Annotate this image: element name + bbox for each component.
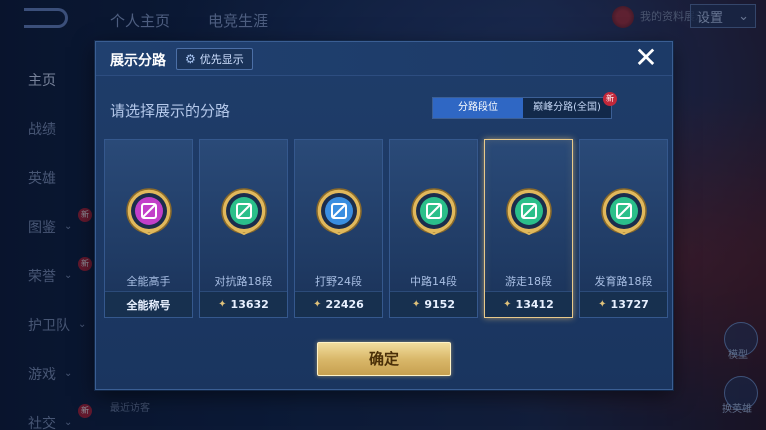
lane-card[interactable]: 游走18段 ✦ 13412: [484, 139, 573, 318]
lane-card-name: 全能高手: [126, 275, 171, 288]
lane-card-footer: ✦ 13632: [200, 291, 287, 317]
lane-card-score: 13632: [230, 298, 269, 311]
lane-card[interactable]: 对抗路18段 ✦ 13632: [199, 139, 288, 318]
lane-card-name: 对抗路18段: [214, 275, 273, 288]
lane-badge-icon: [410, 187, 458, 235]
score-icon: ✦: [503, 299, 512, 310]
lane-card-list: 全能高手 全能称号 对抗路18段 ✦ 13632 打野24段 ✦ 22426 中路14段 ✦ 915…: [104, 139, 668, 318]
lane-badge-icon: [505, 187, 553, 235]
lane-card[interactable]: 中路14段 ✦ 9152: [389, 139, 478, 318]
lane-card-footer: ✦ 9152: [390, 291, 477, 317]
dialog-subtitle: 请选择展示的分路: [110, 102, 231, 120]
lane-badge-icon: [125, 187, 173, 235]
lane-card-footer: ✦ 22426: [295, 291, 382, 317]
new-badge: 新: [603, 92, 617, 106]
tab-peak-lane-label: 巅峰分路(全国): [533, 102, 601, 113]
lane-card-name: 打野24段: [315, 275, 362, 288]
lane-card[interactable]: 全能高手 全能称号: [104, 139, 193, 318]
score-icon: ✦: [598, 299, 607, 310]
score-icon: ✦: [218, 299, 227, 310]
lane-card-score: 9152: [424, 298, 455, 311]
lane-badge-icon: [600, 187, 648, 235]
lane-card-score: 13727: [610, 298, 649, 311]
lane-card-footer: 全能称号: [105, 291, 192, 317]
priority-display-label: 优先显示: [199, 53, 244, 66]
lane-type-toggle: 分路段位 巅峰分路(全国) 新: [432, 92, 617, 119]
lane-card-name: 中路14段: [410, 275, 457, 288]
lane-card-footer: ✦ 13727: [580, 291, 667, 317]
lane-card-name: 发育路18段: [594, 275, 653, 288]
lane-card-score: 全能称号: [126, 298, 171, 312]
lane-card-score: 22426: [325, 298, 364, 311]
tab-peak-lane[interactable]: 巅峰分路(全国) 新: [523, 92, 617, 118]
lane-card-score: 13412: [515, 298, 554, 311]
lane-card[interactable]: 打野24段 ✦ 22426: [294, 139, 383, 318]
lane-display-dialog: 展示分路 ⚙ 优先显示 ✕ 请选择展示的分路 分路段位 巅峰分路(全国) 新 全…: [95, 41, 673, 390]
dialog-title: 展示分路: [110, 53, 166, 69]
tab-lane-rank[interactable]: 分路段位: [433, 98, 523, 118]
lane-badge-icon: [315, 187, 363, 235]
lane-card-name: 游走18段: [505, 275, 552, 288]
lane-card-footer: ✦ 13412: [485, 291, 572, 317]
lane-badge-icon: [220, 187, 268, 235]
gear-icon: ⚙: [185, 52, 196, 66]
close-icon[interactable]: ✕: [632, 44, 660, 73]
lane-card[interactable]: 发育路18段 ✦ 13727: [579, 139, 668, 318]
priority-display-button[interactable]: ⚙ 优先显示: [176, 48, 253, 70]
dialog-header: 展示分路 ⚙ 优先显示 ✕: [96, 42, 672, 76]
score-icon: ✦: [313, 299, 322, 310]
score-icon: ✦: [411, 299, 421, 310]
confirm-button[interactable]: 确定: [317, 342, 451, 376]
